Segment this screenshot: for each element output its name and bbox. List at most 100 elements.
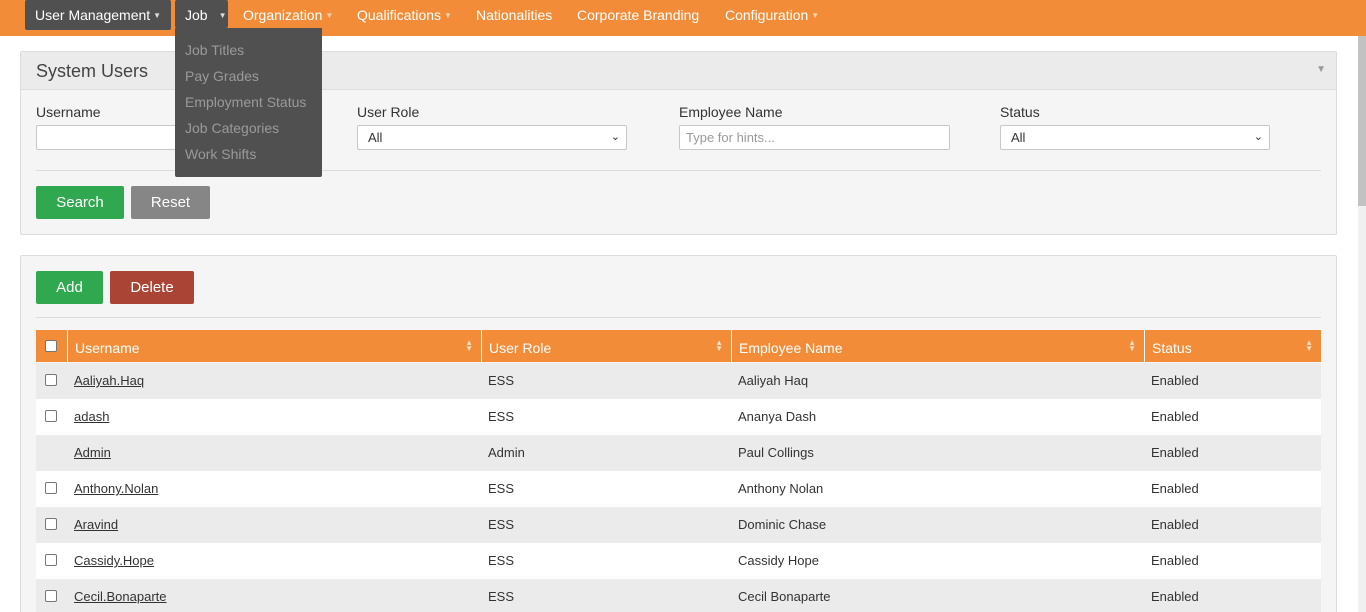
table-row: Cecil.Bonaparte ESS Cecil Bonaparte Enabled	[36, 579, 1321, 612]
nav-qualifications[interactable]: Qualifications ▼	[347, 0, 462, 30]
scrollbar-thumb[interactable]	[1358, 36, 1366, 206]
user-role-cell: ESS	[488, 517, 515, 532]
employee-name-cell: Ananya Dash	[738, 409, 817, 424]
status-label: Status	[1000, 104, 1040, 120]
column-label: Username	[75, 340, 140, 356]
username-link[interactable]: adash	[74, 399, 109, 435]
chevron-down-icon: ▼	[218, 11, 227, 20]
page-title: System Users	[36, 61, 149, 81]
nav-corporate-branding[interactable]: Corporate Branding	[567, 0, 709, 30]
status-selected-value: All	[1011, 130, 1026, 145]
nav-nationalities[interactable]: Nationalities	[466, 0, 562, 30]
user-role-cell: ESS	[488, 553, 515, 568]
status-cell: Enabled	[1151, 445, 1199, 460]
status-cell: Enabled	[1151, 373, 1199, 388]
sort-icon[interactable]: ▲ ▼	[465, 339, 473, 353]
row-checkbox[interactable]	[45, 590, 57, 602]
user-role-cell: Admin	[488, 445, 525, 460]
username-label: Username	[36, 104, 101, 120]
vertical-scrollbar[interactable]	[1358, 36, 1366, 612]
status-cell: Enabled	[1151, 553, 1199, 568]
row-checkbox[interactable]	[45, 482, 57, 494]
user-role-cell: ESS	[488, 481, 515, 496]
nav-organization[interactable]: Organization ▼	[233, 0, 343, 30]
column-label: Employee Name	[739, 340, 843, 356]
chevron-down-icon: ▼	[153, 11, 162, 20]
employee-name-label: Employee Name	[679, 104, 783, 120]
status-cell: Enabled	[1151, 589, 1199, 604]
reset-button[interactable]: Reset	[131, 186, 210, 219]
nav-job[interactable]: Job ▼	[175, 0, 228, 28]
employee-name-cell: Cassidy Hope	[738, 553, 819, 568]
employee-name-cell: Paul Collings	[738, 445, 814, 460]
row-checkbox[interactable]	[45, 554, 57, 566]
user-role-selected-value: All	[368, 130, 383, 145]
username-link[interactable]: Aravind	[74, 507, 118, 543]
username-link[interactable]: Cecil.Bonaparte	[74, 579, 167, 612]
user-role-cell: ESS	[488, 409, 515, 424]
job-dropdown-menu: Job Titles Pay Grades Employment Status …	[175, 28, 322, 177]
table-row: Cassidy.Hope ESS Cassidy Hope Enabled	[36, 543, 1321, 579]
nav-label: User Management	[35, 7, 151, 23]
username-link[interactable]: Anthony.Nolan	[74, 471, 158, 507]
sort-icon[interactable]: ▲ ▼	[1128, 339, 1136, 353]
chevron-down-icon: ⌄	[1253, 131, 1263, 143]
select-all-checkbox[interactable]	[45, 340, 57, 352]
row-checkbox[interactable]	[45, 410, 57, 422]
delete-button[interactable]: Delete	[110, 271, 194, 304]
search-button[interactable]: Search	[36, 186, 124, 219]
list-divider	[36, 317, 1321, 318]
nav-configuration[interactable]: Configuration ▼	[715, 0, 829, 30]
nav-label: Configuration	[725, 7, 809, 23]
nav-label: Job	[185, 7, 208, 23]
nav-label: Corporate Branding	[577, 7, 700, 23]
chevron-down-icon: ▼	[811, 11, 820, 20]
employee-name-input[interactable]	[679, 125, 950, 150]
username-link[interactable]: Aaliyah.Haq	[74, 363, 144, 399]
column-header-employee-name[interactable]: Employee Name ▲ ▼	[731, 330, 1144, 362]
status-cell: Enabled	[1151, 481, 1199, 496]
chevron-down-icon: ▼	[325, 11, 334, 20]
nav-label: Organization	[243, 7, 323, 23]
sort-icon[interactable]: ▲ ▼	[1305, 339, 1313, 353]
table-row: Aaliyah.Haq ESS Aaliyah Haq Enabled	[36, 363, 1321, 399]
column-header-username[interactable]: Username ▲ ▼	[67, 330, 481, 362]
column-header-status[interactable]: Status ▲ ▼	[1144, 330, 1321, 362]
user-role-label: User Role	[357, 104, 420, 120]
column-label: User Role	[489, 340, 552, 356]
employee-name-cell: Aaliyah Haq	[738, 373, 809, 388]
employee-name-cell: Anthony Nolan	[738, 481, 824, 496]
table-row: Aravind ESS Dominic Chase Enabled	[36, 507, 1321, 543]
nav-label: Qualifications	[357, 7, 442, 23]
status-cell: Enabled	[1151, 409, 1199, 424]
menu-item-work-shifts[interactable]: Work Shifts	[175, 141, 322, 167]
menu-item-job-titles[interactable]: Job Titles	[175, 37, 322, 63]
column-header-user-role[interactable]: User Role ▲ ▼	[481, 330, 731, 362]
status-cell: Enabled	[1151, 517, 1199, 532]
nav-label: Nationalities	[476, 7, 553, 23]
nav-user-management[interactable]: User Management ▼	[25, 0, 172, 30]
table-row: Admin Admin Paul Collings Enabled	[36, 435, 1321, 471]
add-button[interactable]: Add	[36, 271, 103, 304]
sort-icon[interactable]: ▲ ▼	[715, 339, 723, 353]
employee-name-cell: Cecil Bonaparte	[738, 589, 831, 604]
row-checkbox[interactable]	[45, 518, 57, 530]
employee-name-cell: Dominic Chase	[738, 517, 827, 532]
table-row: adash ESS Ananya Dash Enabled	[36, 399, 1321, 435]
menu-item-job-categories[interactable]: Job Categories	[175, 115, 322, 141]
user-role-cell: ESS	[488, 589, 515, 604]
chevron-down-icon: ⌄	[610, 131, 620, 143]
username-link[interactable]: Cassidy.Hope	[74, 543, 154, 579]
user-role-cell: ESS	[488, 373, 515, 388]
menu-item-pay-grades[interactable]: Pay Grades	[175, 63, 322, 89]
row-checkbox[interactable]	[45, 374, 57, 386]
table-row: Anthony.Nolan ESS Anthony Nolan Enabled	[36, 471, 1321, 507]
column-label: Status	[1152, 340, 1192, 356]
collapse-toggle-icon[interactable]: ▼	[1316, 64, 1326, 75]
status-select[interactable]: All ⌄	[1000, 125, 1270, 150]
table-header: Username ▲ ▼ User Role ▲ ▼ Employee Name ▲…	[36, 330, 1321, 362]
user-role-select[interactable]: All ⌄	[357, 125, 627, 150]
menu-item-employment-status[interactable]: Employment Status	[175, 89, 322, 115]
username-link[interactable]: Admin	[74, 435, 111, 471]
chevron-down-icon: ▼	[444, 11, 452, 20]
